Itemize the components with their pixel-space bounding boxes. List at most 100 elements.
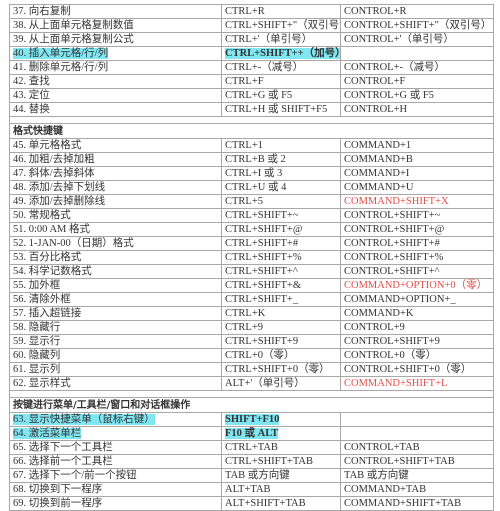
mac-shortcut-cell: CONTROL+SHIFT+"（双引号） [340, 18, 494, 33]
action-cell-text: 68. 切换到下一程序 [13, 484, 103, 495]
windows-shortcut-cell-text: CTRL+0（零） [225, 350, 295, 361]
windows-shortcut-cell-text: CTRL+SHIFT+0（零） [225, 364, 330, 375]
mac-shortcut-cell-text: CONTROL+TAB [344, 442, 420, 453]
windows-shortcut-cell-text: ALT+'（单引号） [225, 378, 305, 389]
mac-shortcut-cell: COMMAND+SHIFT+TAB [340, 496, 494, 511]
action-cell: 47. 斜体/去掉斜体 [9, 166, 222, 181]
action-cell: 45. 单元格格式 [9, 138, 222, 153]
windows-shortcut-cell-text: CTRL+R [225, 6, 265, 17]
action-cell-text: 51. 0:00 AM 格式 [13, 224, 91, 235]
windows-shortcut-cell-text: CTRL+TAB [225, 442, 278, 453]
windows-shortcut-cell-text: CTRL+I 或 3 [225, 168, 283, 179]
windows-shortcut-cell: CTRL+TAB [221, 440, 341, 455]
shortcut-document: 37. 向右复制 CTRL+R CONTROL+R 38. 从上面单元格复制数值 CTR… [9, 4, 494, 511]
table-row: 60. 隐藏列 CTRL+0（零） CONTROL+0（零） [9, 348, 494, 363]
action-cell-text: 69. 切换到前一程序 [13, 498, 103, 509]
action-cell: 38. 从上面单元格复制数值 [9, 18, 222, 33]
windows-shortcut-cell: CTRL+9 [221, 320, 341, 335]
mac-shortcut-cell: CONTROL+SHIFT+^ [340, 264, 494, 279]
mac-shortcut-cell: CONTROL+F [340, 74, 494, 89]
windows-shortcut-cell-text: TAB 或方向键 [225, 470, 290, 481]
windows-shortcut-cell: CTRL+U 或 4 [221, 180, 341, 195]
mac-shortcut-cell-text: COMMAND+OPTION+0（零） [344, 280, 488, 291]
windows-shortcut-cell-text: CTRL+SHIFT+@ [225, 224, 303, 235]
section-header-row: 格式快捷键 [9, 123, 494, 139]
action-cell-text: 50. 常规格式 [13, 210, 71, 221]
action-cell: 44. 替换 [9, 102, 222, 117]
windows-shortcut-cell: CTRL+SHIFT+# [221, 236, 341, 251]
mac-shortcut-cell: CONTROL+SHIFT+@ [340, 222, 494, 237]
windows-shortcut-cell-text: CTRL+'（单引号） [225, 34, 313, 45]
mac-shortcut-cell: CONTROL+SHIFT+# [340, 236, 494, 251]
table-row: 43. 定位 CTRL+G 或 F5 CONTROL+G 或 F5 [9, 88, 494, 103]
action-cell: 64. 激活菜单栏 [9, 426, 222, 441]
mac-shortcut-cell-text: COMMAND+OPTION+_ [344, 294, 456, 305]
action-cell-text: 56. 清除外框 [13, 294, 71, 305]
action-cell: 50. 常规格式 [9, 208, 222, 223]
mac-shortcut-cell-text: CONTROL+G 或 F5 [344, 90, 434, 101]
table-row: 50. 常规格式 CTRL+SHIFT+~ CONTROL+SHIFT+~ [9, 208, 494, 223]
action-cell: 37. 向右复制 [9, 4, 222, 19]
table-row: 65. 选择下一个工具栏 CTRL+TAB CONTROL+TAB [9, 440, 494, 455]
table-row: 55. 加外框 CTRL+SHIFT+& COMMAND+OPTION+0（零） [9, 278, 494, 293]
table-row: 38. 从上面单元格复制数值 CTRL+SHIFT+"（双引号） CONTROL+S… [9, 18, 494, 33]
windows-shortcut-cell: CTRL+SHIFT+_ [221, 292, 341, 307]
windows-shortcut-cell-text: CTRL+5 [225, 196, 264, 207]
action-cell-text: 42. 查找 [13, 76, 50, 87]
windows-shortcut-cell: CTRL+H 或 SHIFT+F5 [221, 102, 341, 117]
mac-shortcut-cell-text: CONTROL+0（零） [344, 350, 437, 361]
table-row: 52. 1-JAN-00（日期）格式 CTRL+SHIFT+# CONTROL+SH… [9, 236, 494, 251]
action-cell: 67. 选择下一个/前一个按钮 [9, 468, 222, 483]
mac-shortcut-cell: CONTROL+H [340, 102, 494, 117]
action-cell-text: 41. 删除单元格/行/列 [13, 62, 109, 73]
action-cell-text: 64. 激活菜单栏 [13, 428, 82, 439]
mac-shortcut-cell: COMMAND+U [340, 180, 494, 195]
mac-shortcut-cell-text: COMMAND+SHIFT+L [344, 378, 448, 389]
mac-shortcut-cell-text: TAB 或方向键 [344, 470, 409, 481]
action-cell: 48. 添加/去掉下划线 [9, 180, 222, 195]
mac-shortcut-cell: COMMAND+B [340, 152, 494, 167]
action-cell-text: 54. 科学记数格式 [13, 266, 92, 277]
windows-shortcut-cell-text: CTRL+9 [225, 322, 264, 333]
table-row: 67. 选择下一个/前一个按钮 TAB 或方向键 TAB 或方向键 [9, 468, 494, 483]
windows-shortcut-cell-text: SHIFT+F10 [225, 414, 280, 425]
mac-shortcut-cell: COMMAND+1 [340, 138, 494, 153]
windows-shortcut-cell-text: CTRL+SHIFT+# [225, 238, 299, 249]
action-cell-text: 48. 添加/去掉下划线 [13, 182, 106, 193]
mac-shortcut-cell-text: CONTROL+SHIFT+~ [344, 210, 441, 221]
mac-shortcut-cell-text: CONTROL+SHIFT+"（双引号） [344, 20, 492, 31]
action-cell-text: 47. 斜体/去掉斜体 [13, 168, 95, 179]
windows-shortcut-cell: CTRL+'（单引号） [221, 32, 341, 47]
action-cell: 56. 清除外框 [9, 292, 222, 307]
action-cell: 58. 隐藏行 [9, 320, 222, 335]
mac-shortcut-cell: CONTROL+SHIFT+% [340, 250, 494, 265]
table-row: 64. 激活菜单栏 F10 或 ALT [9, 426, 494, 441]
section-title: 格式快捷键 [9, 123, 494, 139]
action-cell-text: 66. 选择前一个工具栏 [13, 456, 113, 467]
action-cell: 69. 切换到前一程序 [9, 496, 222, 511]
action-cell: 49. 添加/去掉删除线 [9, 194, 222, 209]
table-row: 40. 插入单元格/行/列 CTRL+SHIFT++（加号） [9, 46, 494, 61]
mac-shortcut-cell-text: COMMAND+K [344, 308, 414, 319]
mac-shortcut-cell-text: CONTROL+SHIFT+@ [344, 224, 445, 235]
mac-shortcut-cell-text: CONTROL+9 [344, 322, 405, 333]
mac-shortcut-cell: COMMAND+OPTION+0（零） [340, 278, 494, 293]
windows-shortcut-cell-text: CTRL+U 或 4 [225, 182, 287, 193]
action-cell: 54. 科学记数格式 [9, 264, 222, 279]
table-row: 44. 替换 CTRL+H 或 SHIFT+F5 CONTROL+H [9, 102, 494, 117]
mac-shortcut-cell-text: COMMAND+B [344, 154, 413, 165]
action-cell: 40. 插入单元格/行/列 [9, 46, 222, 61]
action-cell-text: 65. 选择下一个工具栏 [13, 442, 113, 453]
action-cell-text: 49. 添加/去掉删除线 [13, 196, 106, 207]
action-cell: 55. 加外框 [9, 278, 222, 293]
windows-shortcut-cell: CTRL+SHIFT+"（双引号） [221, 18, 341, 33]
action-cell-text: 52. 1-JAN-00（日期）格式 [13, 238, 134, 249]
table-row: 56. 清除外框 CTRL+SHIFT+_ COMMAND+OPTION+_ [9, 292, 494, 307]
windows-shortcut-cell: CTRL+SHIFT+^ [221, 264, 341, 279]
table-row: 51. 0:00 AM 格式 CTRL+SHIFT+@ CONTROL+SHIFT+… [9, 222, 494, 237]
mac-shortcut-cell: CONTROL+0（零） [340, 348, 494, 363]
windows-shortcut-cell-text: CTRL+SHIFT++（加号） [225, 48, 340, 59]
windows-shortcut-cell-text: CTRL+SHIFT+~ [225, 210, 299, 221]
windows-shortcut-cell-text: CTRL+SHIFT+9 [225, 336, 299, 347]
mac-shortcut-cell-text: COMMAND+U [344, 182, 414, 193]
